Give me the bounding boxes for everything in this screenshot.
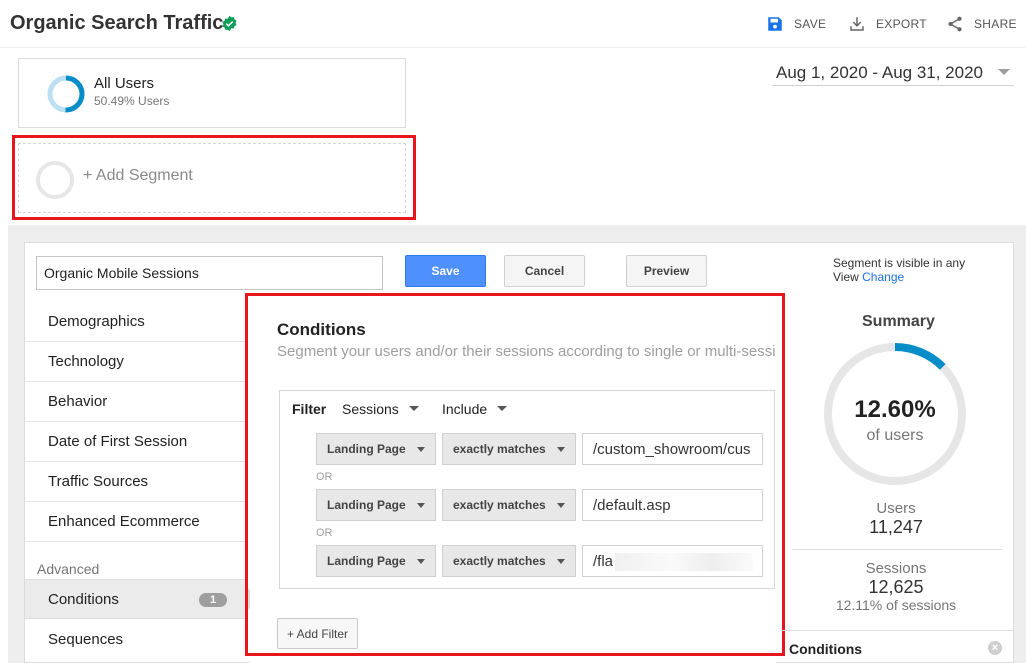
summary-conditions-heading: Conditions: [789, 641, 863, 657]
export-button[interactable]: EXPORT: [848, 15, 927, 33]
users-label: Users: [876, 500, 916, 517]
share-icon: [948, 16, 962, 32]
users-value: 11,247: [869, 517, 923, 537]
nav-item-enhanced-ecommerce[interactable]: Enhanced Ecommerce: [25, 502, 247, 542]
summary-divider: [782, 630, 1014, 631]
summary-percent-label: of users: [866, 427, 924, 444]
report-title: Organic Search Traffic: [10, 12, 224, 34]
summary-percent: 12.60%: [854, 396, 936, 423]
conditions-count-badge: 1: [199, 593, 227, 607]
segment-name-input[interactable]: [36, 256, 383, 290]
nav-section-advanced: Advanced: [37, 561, 100, 577]
close-icon[interactable]: ×: [988, 641, 1002, 655]
highlight-box-conditions: [245, 293, 785, 656]
cancel-button[interactable]: Cancel: [504, 255, 585, 287]
report-header: Organic Search Traffic SAVE EXPORT SHARE: [0, 0, 1026, 48]
sessions-share: 12.11% of sessions: [835, 597, 957, 613]
nav-item-traffic-sources[interactable]: Traffic Sources: [25, 462, 247, 502]
save-report-button[interactable]: SAVE: [766, 15, 826, 33]
download-icon: [850, 17, 864, 31]
visibility-note: Segment is visible in any View Change: [833, 256, 993, 284]
floppy-disk-icon: [768, 17, 782, 31]
verified-check-icon: [222, 15, 237, 32]
nav-item-technology[interactable]: Technology: [25, 342, 247, 382]
segment-category-nav: Demographics Technology Behavior Date of…: [25, 302, 247, 542]
share-button[interactable]: SHARE: [946, 15, 1017, 33]
share-label: SHARE: [974, 17, 1017, 31]
nav-item-date-of-first-session[interactable]: Date of First Session: [25, 422, 247, 462]
caret-down-icon: [998, 69, 1010, 75]
save-segment-button[interactable]: Save: [405, 255, 486, 287]
segment-card-all-users[interactable]: All Users 50.49% Users: [18, 58, 406, 128]
nav-item-demographics[interactable]: Demographics: [25, 302, 247, 342]
save-report-label: SAVE: [794, 17, 827, 31]
change-visibility-link[interactable]: Change: [862, 270, 904, 284]
preview-button[interactable]: Preview: [626, 255, 707, 287]
sessions-label: Sessions: [865, 560, 927, 577]
nav-item-behavior[interactable]: Behavior: [25, 382, 247, 422]
segment-share-donut: [47, 75, 85, 113]
summary-title: Summary: [862, 313, 935, 330]
segment-share: 50.49% Users: [94, 94, 170, 108]
date-range-label: Aug 1, 2020 - Aug 31, 2020: [776, 62, 984, 82]
sessions-value: 12,625: [868, 577, 924, 597]
export-label: EXPORT: [876, 17, 927, 31]
summary-divider: [792, 549, 1002, 550]
segment-name: All Users: [94, 75, 155, 92]
nav-item-sequences[interactable]: Sequences: [25, 619, 247, 659]
highlight-box-add-segment: [12, 135, 416, 220]
date-range-picker[interactable]: Aug 1, 2020 - Aug 31, 2020: [772, 60, 1014, 86]
